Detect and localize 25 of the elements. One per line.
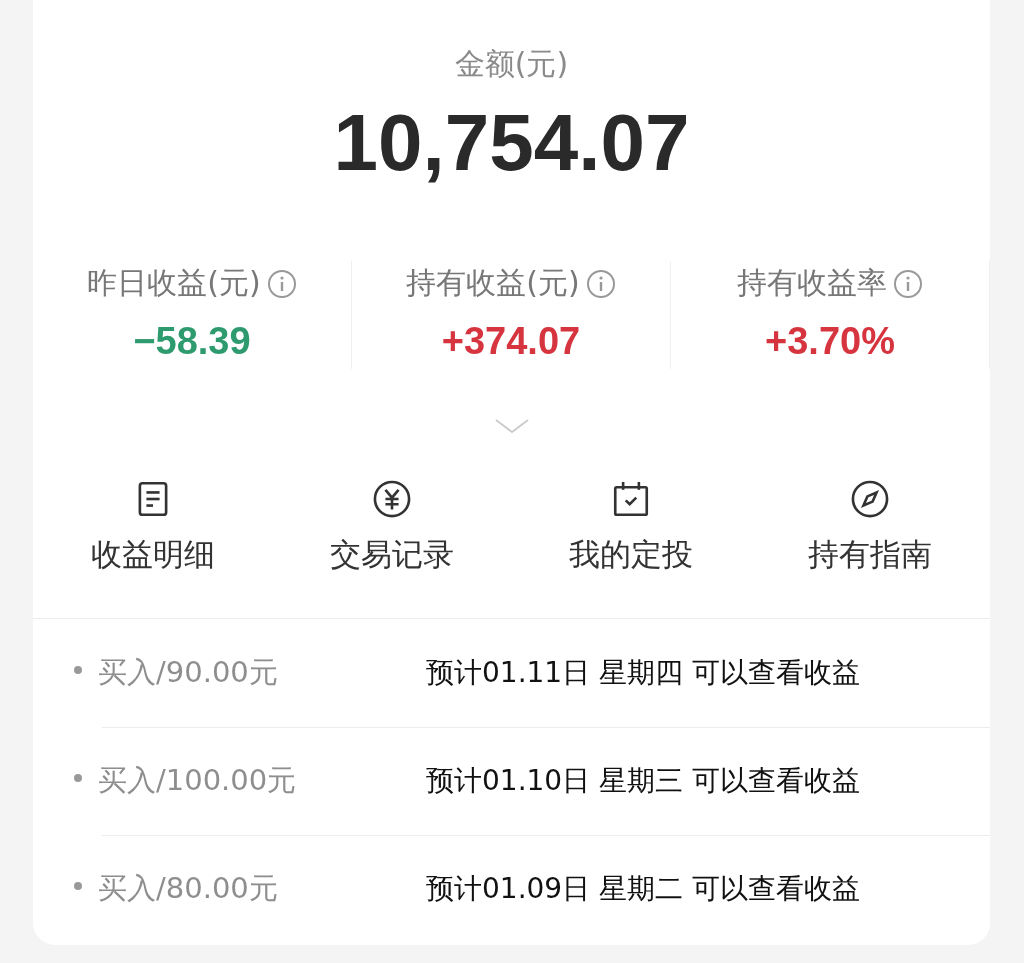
order-label: 买入/90.00元 (98, 654, 279, 691)
order-label: 买入/100.00元 (98, 762, 298, 799)
info-icon[interactable] (585, 268, 616, 299)
info-icon[interactable] (893, 268, 923, 299)
stat-value: +3.70% (765, 320, 895, 363)
info-icon[interactable] (266, 268, 297, 299)
amount-value: 10,754.07 (333, 97, 690, 189)
stat-label: 持有收益(元) (406, 264, 580, 302)
action-button[interactable]: 交易记录 (272, 478, 512, 576)
stat-value: −58.39 (133, 320, 251, 363)
stat-label: 昨日收益(元) (87, 264, 261, 302)
stat-label: 持有收益率 (737, 264, 887, 302)
bullet-icon (74, 666, 82, 674)
bullet-icon (74, 774, 82, 782)
chevron-down-icon[interactable] (493, 416, 530, 436)
action-button[interactable]: 我的定投 (511, 478, 751, 576)
order-message: 预计01.10日 星期三 可以查看收益 (426, 763, 860, 799)
order-message: 预计01.09日 星期二 可以查看收益 (426, 871, 860, 907)
action-button[interactable]: 持有指南 (750, 478, 990, 576)
order-message: 预计01.11日 星期四 可以查看收益 (426, 655, 860, 691)
action-button[interactable]: 收益明细 (33, 478, 273, 576)
amount-label: 金额(元) (454, 45, 569, 83)
bullet-icon (74, 882, 82, 890)
order-label: 买入/80.00元 (98, 870, 279, 907)
stat-value: +374.07 (441, 320, 581, 363)
